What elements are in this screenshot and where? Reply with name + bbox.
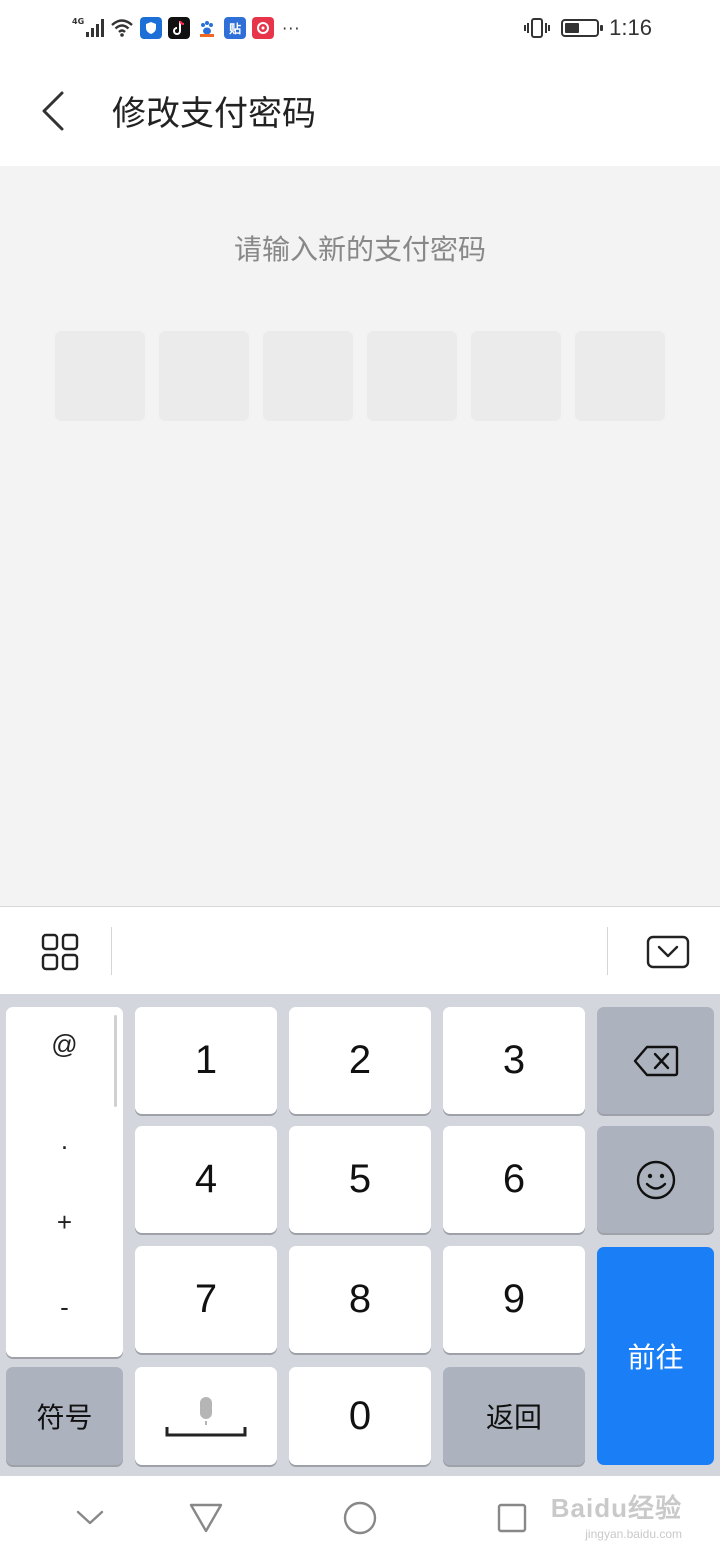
main-content: 请输入新的支付密码 [0,166,720,906]
tiktok-app-icon [168,17,191,39]
network-type-label: 4G [72,16,85,26]
key-6[interactable]: 6 [443,1126,585,1233]
page-title: 修改支付密码 [112,94,316,134]
home-circle-icon [343,1501,377,1535]
wifi-icon [111,19,133,37]
key-0-label: 0 [348,1393,372,1438]
symbols-key[interactable]: 符号 [6,1367,123,1465]
pin-digit-box[interactable] [159,331,249,421]
numeric-keyboard: @ . + - 1 2 3 4 5 6 7 8 9 前往 符号 0 返回 [0,994,720,1476]
battery-level [565,23,580,33]
go-key-label: 前往 [627,1341,684,1374]
baidu-app-icon [196,17,219,39]
key-7-label: 7 [194,1277,218,1321]
symbol-key-dot[interactable]: . [6,1125,123,1156]
pin-digit-box[interactable] [575,331,665,421]
pin-digit-box[interactable] [55,331,145,421]
vibrate-icon [524,18,551,38]
keyboard-menu-button[interactable] [35,927,85,977]
shield-app-icon [140,17,163,39]
system-navigation-bar: Baidu经验 jingyan.baidu.com [0,1476,720,1560]
key-9-label: 9 [502,1277,526,1321]
watermark-sub: jingyan.baidu.com [585,1527,682,1541]
status-left: 4G 贴 ··· [72,14,300,42]
watermark-main: Baidu经验 [550,1493,682,1523]
symbol-column[interactable]: @ . + - [6,1007,123,1357]
key-1-label: 1 [194,1038,218,1082]
toolbar-divider [607,927,608,975]
tieba-glyph: 贴 [229,21,242,36]
collapse-button[interactable] [68,1496,112,1540]
status-right: 1:16 [523,14,652,42]
key-5[interactable]: 5 [289,1126,431,1233]
return-key[interactable]: 返回 [443,1367,585,1465]
back-button[interactable] [28,84,78,138]
chevron-left-icon [42,91,64,131]
more-dots-icon: ··· [282,18,301,38]
header: 修改支付密码 [0,56,720,166]
backspace-icon [633,1045,678,1076]
clock: 1:16 [609,15,652,40]
key-9[interactable]: 9 [443,1246,585,1353]
back-triangle-icon [189,1503,223,1533]
toolbar-divider [111,927,112,975]
symbol-key-at[interactable]: @ [6,1029,123,1060]
key-3[interactable]: 3 [443,1007,585,1114]
key-0[interactable]: 0 [289,1367,431,1465]
pin-digit-box[interactable] [367,331,457,421]
key-8[interactable]: 8 [289,1246,431,1353]
hide-keyboard-button[interactable] [643,927,693,977]
nav-home-button[interactable] [338,1496,382,1540]
symbol-key-minus[interactable]: - [6,1292,123,1323]
emoji-icon [636,1160,675,1199]
key-7[interactable]: 7 [135,1246,277,1353]
key-2-label: 2 [348,1038,372,1082]
keyboard-hide-icon [646,935,690,969]
signal-icon [86,19,105,37]
recents-square-icon [497,1503,527,1533]
return-key-label: 返回 [485,1401,542,1434]
status-bar: 4G 贴 ··· 1:16 [0,0,720,56]
key-8-label: 8 [348,1277,372,1321]
key-3-label: 3 [502,1038,526,1082]
pin-input[interactable] [55,331,665,421]
baidu-watermark: Baidu经验 jingyan.baidu.com [551,1488,682,1541]
pin-digit-box[interactable] [263,331,353,421]
key-4-label: 4 [194,1157,218,1201]
pin-digit-box[interactable] [471,331,561,421]
backspace-key[interactable] [597,1007,714,1114]
battery-icon [561,19,604,37]
key-5-label: 5 [348,1157,372,1201]
tieba-app-icon: 贴 [224,17,247,39]
emoji-key[interactable] [597,1126,714,1233]
space-voice-key[interactable] [135,1367,277,1465]
nav-back-button[interactable] [184,1496,228,1540]
microphone-space-icon [165,1397,247,1437]
keyboard-toolbar [0,906,720,994]
nav-recents-button[interactable] [490,1496,534,1540]
symbols-key-label: 符号 [36,1401,93,1434]
grid-apps-icon [41,933,79,971]
key-4[interactable]: 4 [135,1126,277,1233]
key-2[interactable]: 2 [289,1007,431,1114]
collapse-chevron-icon [76,1510,104,1525]
key-1[interactable]: 1 [135,1007,277,1114]
go-key[interactable]: 前往 [597,1247,714,1465]
video-app-icon [252,17,275,39]
symbol-key-plus[interactable]: + [6,1207,123,1238]
key-6-label: 6 [502,1157,526,1201]
pin-prompt: 请输入新的支付密码 [233,233,486,266]
